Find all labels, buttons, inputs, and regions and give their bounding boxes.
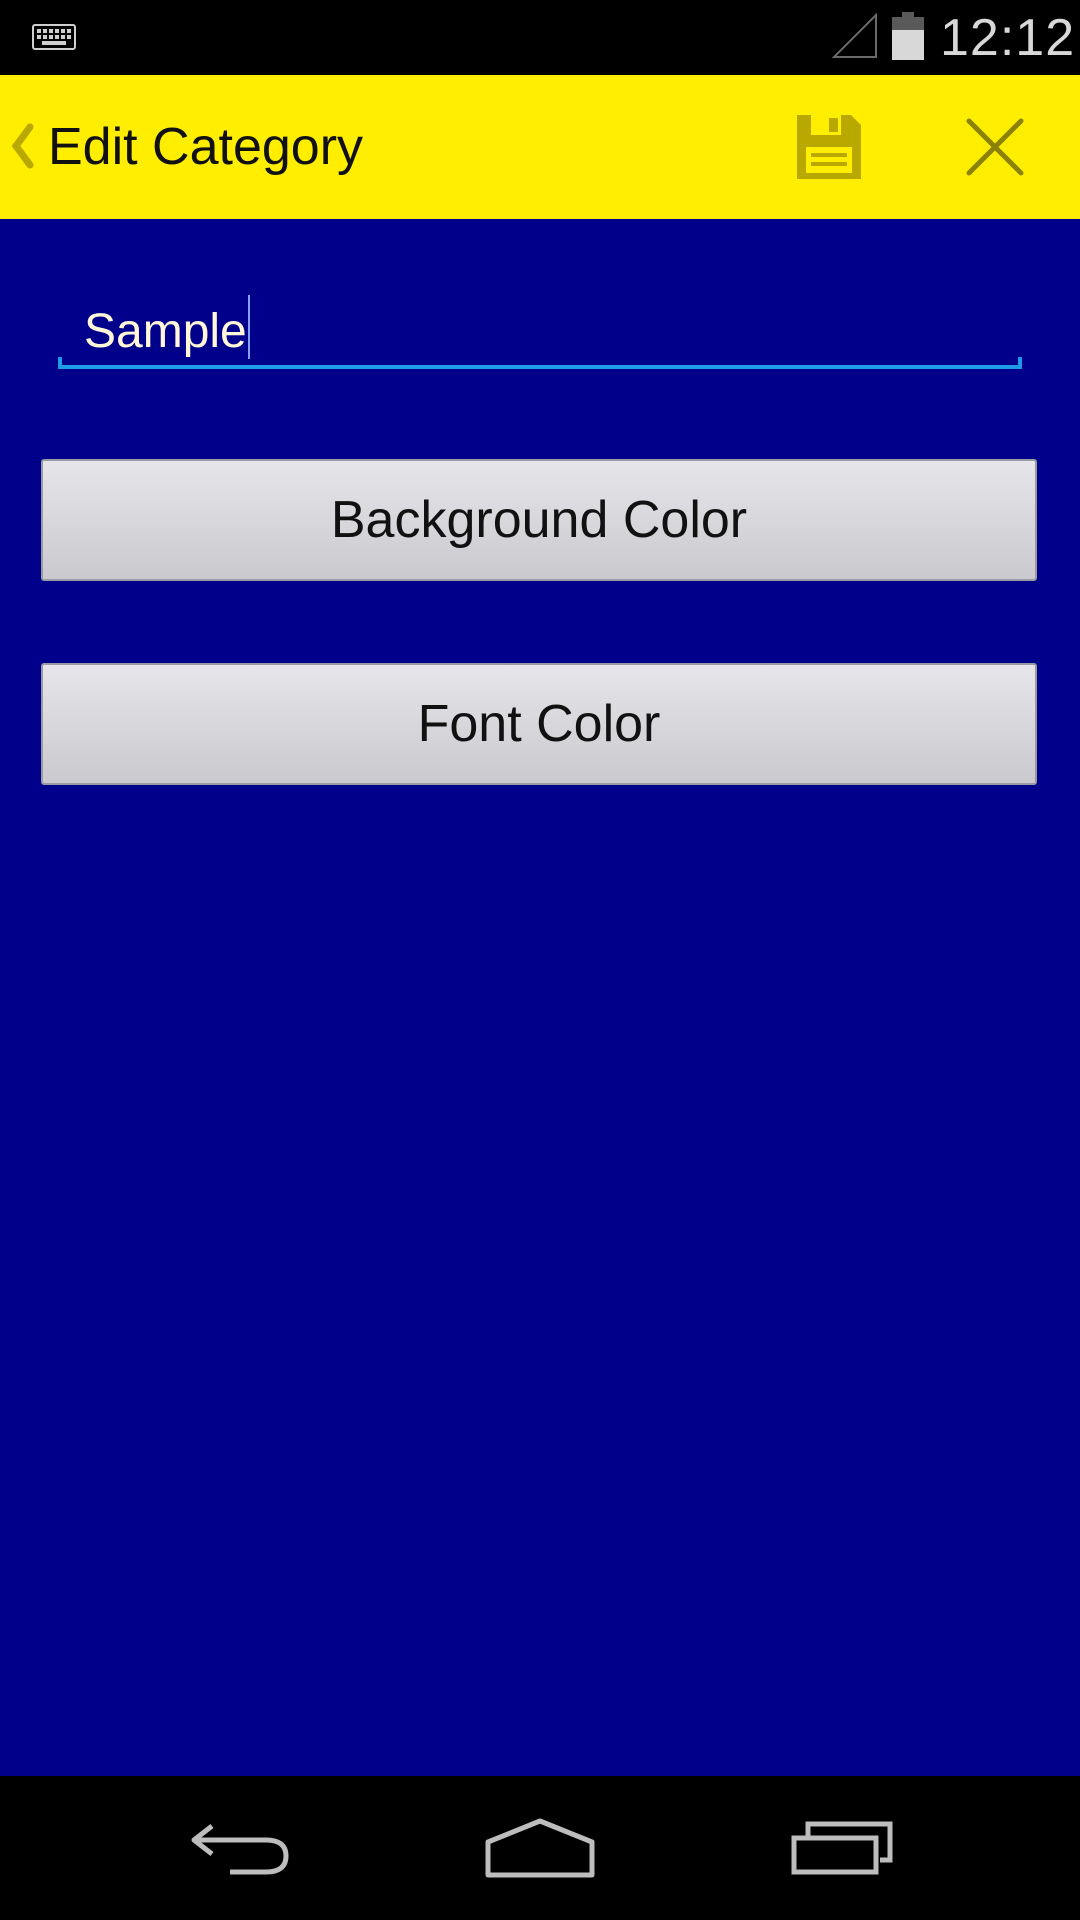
- save-icon: [797, 115, 861, 179]
- close-icon: [966, 118, 1024, 176]
- font-color-button-label: Font Color: [417, 695, 661, 753]
- keyboard-icon: [32, 24, 76, 50]
- status-bar: 12:12: [0, 0, 1080, 75]
- clock: 12:12: [940, 9, 1076, 67]
- save-button[interactable]: [770, 97, 888, 197]
- background-color-button[interactable]: Background Color: [41, 459, 1037, 581]
- category-name-input[interactable]: Sample: [58, 283, 1022, 369]
- background-color-button-label: Background Color: [330, 491, 748, 549]
- text-cursor: [247, 295, 250, 359]
- screen: 12:12 Edit Category Sample Background Co…: [0, 0, 1080, 1920]
- action-bar: Edit Category: [0, 75, 1080, 219]
- page-title: Edit Category: [48, 118, 364, 176]
- battery-icon: [892, 12, 924, 60]
- chevron-left-icon[interactable]: [10, 123, 34, 169]
- nav-recents-button[interactable]: [782, 1808, 902, 1888]
- signal-icon: [832, 13, 877, 58]
- nav-home-button[interactable]: [480, 1808, 600, 1888]
- close-button[interactable]: [936, 97, 1054, 197]
- recents-icon: [791, 1821, 893, 1875]
- navigation-bar: [0, 1776, 1080, 1920]
- input-underline: [58, 365, 1022, 369]
- category-name-value: Sample: [84, 305, 247, 358]
- input-underline-left-tick: [58, 357, 62, 369]
- nav-back-button[interactable]: [180, 1808, 300, 1888]
- content-area: Sample Background Color Font Color: [0, 219, 1080, 1776]
- input-underline-right-tick: [1018, 357, 1022, 369]
- home-icon: [485, 1818, 595, 1878]
- back-icon: [191, 1824, 289, 1875]
- font-color-button[interactable]: Font Color: [41, 663, 1037, 785]
